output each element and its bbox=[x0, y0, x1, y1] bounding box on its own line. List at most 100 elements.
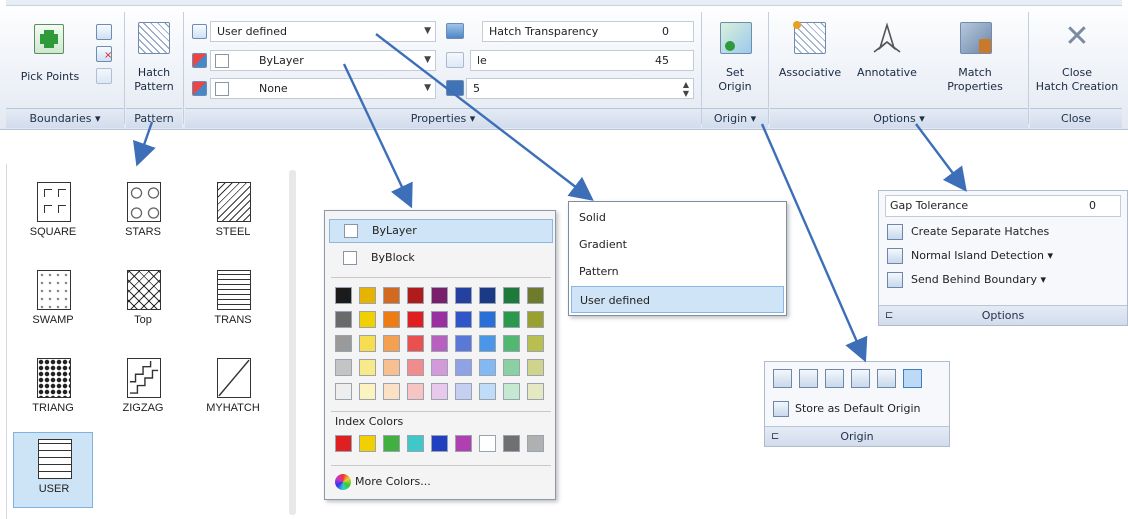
color-cell[interactable] bbox=[335, 287, 352, 304]
pattern-panel-label[interactable]: Pattern bbox=[126, 108, 182, 128]
origin-bottom-right-icon[interactable] bbox=[799, 369, 818, 388]
color-cell[interactable] bbox=[455, 383, 472, 400]
color-cell[interactable] bbox=[335, 383, 352, 400]
color-cell[interactable] bbox=[407, 383, 424, 400]
pattern-top[interactable]: Top bbox=[103, 264, 183, 354]
close-hatch-creation-button[interactable]: ✕ Close Hatch Creation bbox=[1030, 14, 1124, 106]
color-cell[interactable] bbox=[335, 335, 352, 352]
color-cell[interactable] bbox=[479, 335, 496, 352]
create-separate-hatches-button[interactable]: Create Separate Hatches bbox=[885, 221, 1121, 243]
hatch-transparency-field[interactable]: Hatch Transparency 0 bbox=[482, 21, 694, 42]
color-cell[interactable] bbox=[527, 287, 544, 304]
hatch-type-dropdown[interactable]: User defined ▼ bbox=[210, 21, 436, 42]
annotative-button[interactable]: Annotative bbox=[850, 14, 924, 106]
color-cell[interactable] bbox=[455, 335, 472, 352]
color-cell[interactable] bbox=[407, 287, 424, 304]
color-cell[interactable] bbox=[335, 311, 352, 328]
index-color-cell[interactable] bbox=[479, 435, 496, 452]
pattern-swamp[interactable]: SWAMP bbox=[13, 264, 93, 354]
color-cell[interactable] bbox=[359, 359, 376, 376]
index-color-cell[interactable] bbox=[431, 435, 448, 452]
origin-top-right-icon[interactable] bbox=[851, 369, 870, 388]
color-cell[interactable] bbox=[455, 287, 472, 304]
type-option-gradient[interactable]: Gradient bbox=[571, 231, 784, 258]
origin-center-icon[interactable] bbox=[877, 369, 896, 388]
spinner-icon[interactable]: ▲ ▼ bbox=[683, 80, 689, 98]
color-cell[interactable] bbox=[407, 335, 424, 352]
use-current-origin-icon[interactable] bbox=[903, 369, 922, 388]
origin-bottom-left-icon[interactable] bbox=[773, 369, 792, 388]
color-option-byblock[interactable]: ByBlock bbox=[329, 247, 553, 271]
pattern-steel[interactable]: STEEL bbox=[193, 176, 273, 266]
color-cell[interactable] bbox=[407, 311, 424, 328]
color-cell[interactable] bbox=[503, 311, 520, 328]
pattern-triang[interactable]: TRIANG bbox=[13, 352, 93, 442]
color-cell[interactable] bbox=[527, 311, 544, 328]
color-cell[interactable] bbox=[527, 383, 544, 400]
pattern-myhatch[interactable]: MYHATCH bbox=[193, 352, 273, 442]
origin-panel-label[interactable]: Origin ▾ bbox=[702, 108, 768, 128]
color-option-bylayer[interactable]: ByLayer bbox=[329, 219, 553, 243]
hatch-spacing-field[interactable]: 5 ▲ ▼ bbox=[466, 78, 694, 99]
type-option-solid[interactable]: Solid bbox=[571, 204, 784, 231]
store-default-origin-button[interactable]: Store as Default Origin bbox=[773, 398, 945, 420]
color-cell[interactable] bbox=[455, 359, 472, 376]
color-cell[interactable] bbox=[431, 311, 448, 328]
hatch-pattern-gallery-button[interactable]: Hatch Pattern bbox=[128, 14, 180, 106]
pick-points-button[interactable]: Pick Points bbox=[10, 14, 90, 104]
index-color-cell[interactable] bbox=[407, 435, 424, 452]
color-cell[interactable] bbox=[527, 359, 544, 376]
color-cell[interactable] bbox=[431, 359, 448, 376]
index-color-cell[interactable] bbox=[383, 435, 400, 452]
boundaries-panel-label[interactable]: Boundaries ▾ bbox=[6, 108, 124, 128]
color-cell[interactable] bbox=[383, 311, 400, 328]
color-cell[interactable] bbox=[383, 287, 400, 304]
color-cell[interactable] bbox=[479, 311, 496, 328]
island-detection-dropdown[interactable]: Normal Island Detection ▾ bbox=[885, 245, 1121, 267]
gap-tolerance-field[interactable]: Gap Tolerance 0 bbox=[885, 195, 1121, 217]
color-cell[interactable] bbox=[479, 287, 496, 304]
options-panel-label[interactable]: Options ▾ bbox=[770, 108, 1028, 128]
color-cell[interactable] bbox=[503, 359, 520, 376]
color-cell[interactable] bbox=[407, 359, 424, 376]
type-option-user-defined[interactable]: User defined bbox=[571, 286, 784, 313]
associative-button[interactable]: Associative bbox=[772, 14, 848, 106]
index-color-cell[interactable] bbox=[335, 435, 352, 452]
index-color-cell[interactable] bbox=[503, 435, 520, 452]
color-cell[interactable] bbox=[359, 311, 376, 328]
pattern-square[interactable]: SQUARE bbox=[13, 176, 93, 266]
pattern-trans[interactable]: TRANS bbox=[193, 264, 273, 354]
color-cell[interactable] bbox=[503, 383, 520, 400]
color-cell[interactable] bbox=[455, 311, 472, 328]
pattern-stars[interactable]: STARS bbox=[103, 176, 183, 266]
index-color-cell[interactable] bbox=[359, 435, 376, 452]
remove-boundary-objects-icon[interactable]: × bbox=[96, 46, 112, 62]
color-cell[interactable] bbox=[359, 287, 376, 304]
origin-top-left-icon[interactable] bbox=[825, 369, 844, 388]
hatch-angle-field[interactable]: le 45 bbox=[470, 50, 694, 71]
index-color-cell[interactable] bbox=[455, 435, 472, 452]
background-color-dropdown[interactable]: None ▼ bbox=[210, 78, 436, 99]
hatch-color-dropdown[interactable]: ByLayer ▼ bbox=[210, 50, 436, 71]
color-cell[interactable] bbox=[431, 287, 448, 304]
color-cell[interactable] bbox=[431, 383, 448, 400]
color-cell[interactable] bbox=[383, 383, 400, 400]
color-cell[interactable] bbox=[503, 287, 520, 304]
match-properties-button[interactable]: Match Properties bbox=[930, 14, 1020, 106]
color-cell[interactable] bbox=[359, 335, 376, 352]
color-cell[interactable] bbox=[335, 359, 352, 376]
color-cell[interactable] bbox=[431, 335, 448, 352]
properties-panel-label[interactable]: Properties ▾ bbox=[185, 108, 701, 128]
index-color-cell[interactable] bbox=[527, 435, 544, 452]
more-colors-button[interactable]: More Colors... bbox=[331, 471, 551, 493]
color-cell[interactable] bbox=[383, 335, 400, 352]
color-cell[interactable] bbox=[479, 359, 496, 376]
color-cell[interactable] bbox=[359, 383, 376, 400]
color-cell[interactable] bbox=[479, 383, 496, 400]
color-cell[interactable] bbox=[503, 335, 520, 352]
palette-scrollbar[interactable] bbox=[289, 170, 296, 515]
recreate-boundary-icon[interactable] bbox=[96, 68, 112, 84]
draw-order-dropdown[interactable]: Send Behind Boundary ▾ bbox=[885, 269, 1121, 291]
pin-icon[interactable]: ⊏ bbox=[885, 306, 893, 325]
set-origin-button[interactable]: Set Origin bbox=[704, 14, 766, 106]
